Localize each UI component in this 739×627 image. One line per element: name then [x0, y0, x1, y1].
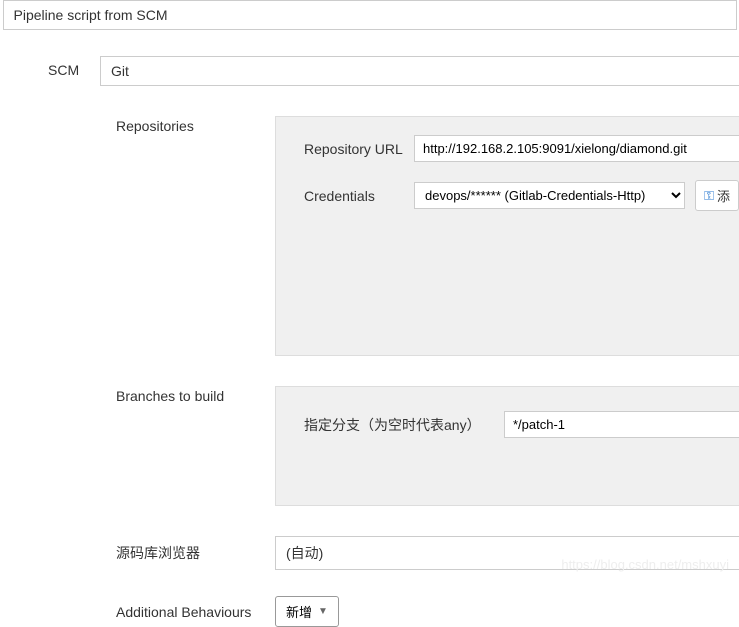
key-icon: ⚿ — [704, 188, 714, 204]
behaviours-label: Additional Behaviours — [0, 604, 275, 620]
add-credentials-button[interactable]: ⚿ 添 — [695, 180, 739, 211]
branches-label: Branches to build — [0, 386, 275, 506]
repositories-label: Repositories — [0, 116, 275, 356]
scm-value: Git — [111, 63, 129, 79]
repositories-section: Repositories Repository URL Credentials … — [0, 116, 739, 356]
browser-select[interactable]: (自动) — [275, 536, 739, 570]
scm-select[interactable]: Git — [100, 56, 739, 86]
definition-select[interactable]: Pipeline script from SCM — [3, 0, 737, 30]
browser-value: (自动) — [286, 545, 323, 561]
scm-row: SCM Git — [0, 56, 739, 86]
repo-url-input[interactable] — [414, 135, 739, 162]
repo-url-row: Repository URL — [276, 135, 739, 162]
add-credentials-label: 添 — [717, 186, 730, 205]
branches-section: Branches to build 指定分支（为空时代表any） — [0, 386, 739, 506]
branch-spec-label: 指定分支（为空时代表any） — [304, 415, 504, 435]
browser-label: 源码库浏览器 — [0, 543, 275, 563]
repositories-panel: Repository URL Credentials devops/******… — [275, 116, 739, 356]
chevron-down-icon: ▼ — [318, 606, 328, 617]
branch-spec-row: 指定分支（为空时代表any） — [276, 411, 739, 438]
definition-value: Pipeline script from SCM — [14, 7, 168, 23]
credentials-select[interactable]: devops/****** (Gitlab-Credentials-Http) — [414, 182, 685, 209]
credentials-row: Credentials devops/****** (Gitlab-Creden… — [276, 180, 739, 211]
repo-url-label: Repository URL — [304, 141, 414, 157]
branch-spec-input[interactable] — [504, 411, 739, 438]
credentials-label: Credentials — [304, 188, 414, 204]
add-behaviour-button[interactable]: 新增 ▼ — [275, 596, 339, 627]
behaviours-row: Additional Behaviours 新增 ▼ — [0, 596, 739, 627]
add-behaviour-label: 新增 — [286, 602, 312, 621]
branches-panel: 指定分支（为空时代表any） — [275, 386, 739, 506]
browser-row: 源码库浏览器 (自动) — [0, 536, 739, 570]
scm-label: SCM — [0, 56, 100, 86]
